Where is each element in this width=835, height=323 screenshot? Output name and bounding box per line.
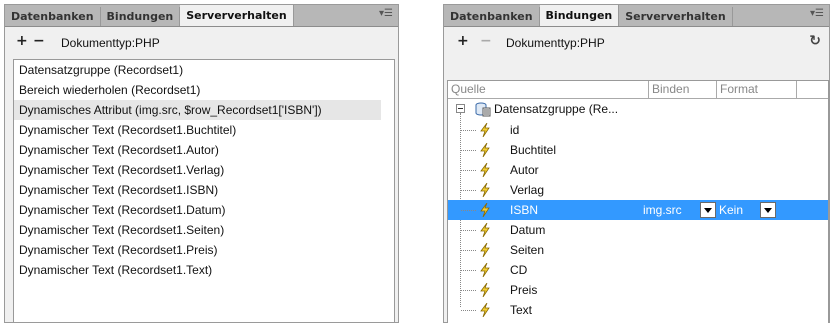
server-behavior-list: Datensatzgruppe (Recordset1) Bereich wied… [13, 59, 395, 322]
field-label: ISBN [510, 203, 539, 217]
add-binding-button[interactable]: + [457, 33, 469, 49]
panel-menu-icon[interactable]: ▾☰ [379, 8, 393, 19]
column-header-binden[interactable]: Binden [649, 81, 717, 98]
server-behavior-item[interactable]: Dynamischer Text (Recordset1.Seiten) [14, 220, 394, 240]
remove-binding-button[interactable]: − [480, 33, 492, 49]
field-row[interactable]: id [448, 120, 828, 140]
doctype-label: Dokumenttyp:PHP [506, 36, 605, 50]
tree-connector-line [461, 150, 476, 151]
field-label: Seiten [510, 243, 545, 257]
field-label: Text [510, 303, 533, 317]
tree-connector-line [461, 170, 476, 171]
field-row[interactable]: Buchtitel [448, 140, 828, 160]
bindings-panel: Datenbanken Bindungen Serververhalten ▾☰… [443, 4, 830, 323]
server-behaviors-panel: Datenbanken Bindungen Serververhalten ▾☰… [4, 4, 399, 323]
bindings-tree-view: Quelle Binden Format Datensatzgruppe (Re… [447, 80, 829, 323]
tab-datenbanken[interactable]: Datenbanken [444, 7, 540, 26]
recordset-icon [475, 102, 491, 117]
doctype-label: Dokumenttyp:PHP [61, 36, 160, 50]
field-row[interactable]: Autor [448, 160, 828, 180]
format-value: Kein [719, 203, 744, 217]
column-header-row: Quelle Binden Format [448, 81, 828, 99]
server-behavior-item[interactable]: Dynamischer Text (Recordset1.ISBN) [14, 180, 394, 200]
lightning-bolt-icon [479, 302, 491, 323]
field-row[interactable]: ISBN img.src Kein [448, 200, 828, 220]
tree-connector-line [461, 290, 476, 291]
collapse-toggle-icon[interactable] [456, 104, 465, 113]
tree-connector-line [461, 130, 476, 131]
tree-connector-line [461, 230, 476, 231]
field-label: Datum [510, 223, 546, 237]
tab-datenbanken[interactable]: Datenbanken [5, 7, 101, 26]
recordset-node[interactable]: Datensatzgruppe (Re... [448, 99, 828, 120]
field-label: Verlag [510, 183, 545, 197]
server-behavior-item[interactable]: Dynamischer Text (Recordset1.Datum) [14, 200, 394, 220]
tree-connector-line [461, 250, 476, 251]
field-label: CD [510, 263, 528, 277]
binding-dropdown-button[interactable] [700, 202, 716, 218]
field-row[interactable]: Preis [448, 280, 828, 300]
panel-tabbar: Datenbanken Bindungen Serververhalten ▾☰ [5, 5, 398, 27]
server-behavior-item[interactable]: Dynamischer Text (Recordset1.Autor) [14, 140, 394, 160]
field-row[interactable]: Seiten [448, 240, 828, 260]
server-behavior-item[interactable]: Dynamischer Text (Recordset1.Preis) [14, 240, 394, 260]
tree-connector-line [461, 310, 476, 311]
server-behavior-item[interactable]: Dynamisches Attribut (img.src, $row_Reco… [14, 100, 381, 120]
recordset-tree: Datensatzgruppe (Re... id Buchtitel Autor V… [448, 99, 828, 320]
field-row[interactable]: Text [448, 300, 828, 320]
remove-behavior-button[interactable]: − [33, 33, 45, 49]
tree-connector-line [461, 210, 476, 211]
tab-bindungen[interactable]: Bindungen [539, 5, 620, 26]
recordset-label: Datensatzgruppe (Re... [494, 102, 619, 116]
tab-serververhalten[interactable]: Serververhalten [619, 7, 733, 26]
field-label: Autor [510, 163, 539, 177]
panel-tabbar: Datenbanken Bindungen Serververhalten ▾☰ [444, 5, 829, 27]
field-label: Buchtitel [510, 143, 557, 157]
field-label: id [510, 123, 520, 137]
panel-menu-icon[interactable]: ▾☰ [810, 8, 824, 19]
server-behavior-item[interactable]: Datensatzgruppe (Recordset1) [14, 60, 394, 80]
tree-connector-line [461, 190, 476, 191]
column-header-format[interactable]: Format [717, 81, 797, 98]
add-behavior-button[interactable]: + [16, 33, 28, 49]
refresh-icon[interactable]: ↻ [809, 33, 821, 49]
field-label: Preis [510, 283, 538, 297]
field-row[interactable]: Verlag [448, 180, 828, 200]
server-behavior-item[interactable]: Dynamischer Text (Recordset1.Text) [14, 260, 394, 280]
tab-bindungen[interactable]: Bindungen [101, 7, 181, 26]
tree-connector-line [461, 270, 476, 271]
format-dropdown-button[interactable] [760, 202, 776, 218]
server-behavior-item[interactable]: Bereich wiederholen (Recordset1) [14, 80, 394, 100]
field-row[interactable]: Datum [448, 220, 828, 240]
toolbar: + − Dokumenttyp:PHP [5, 27, 398, 57]
toolbar: + − Dokumenttyp:PHP ↻ [444, 27, 829, 57]
field-row[interactable]: CD [448, 260, 828, 280]
binding-value: img.src [643, 203, 682, 217]
server-behavior-item[interactable]: Dynamischer Text (Recordset1.Verlag) [14, 160, 394, 180]
tab-serververhalten[interactable]: Serververhalten [180, 5, 294, 26]
column-header-quelle[interactable]: Quelle [448, 81, 649, 98]
server-behavior-item[interactable]: Dynamischer Text (Recordset1.Buchtitel) [14, 120, 394, 140]
